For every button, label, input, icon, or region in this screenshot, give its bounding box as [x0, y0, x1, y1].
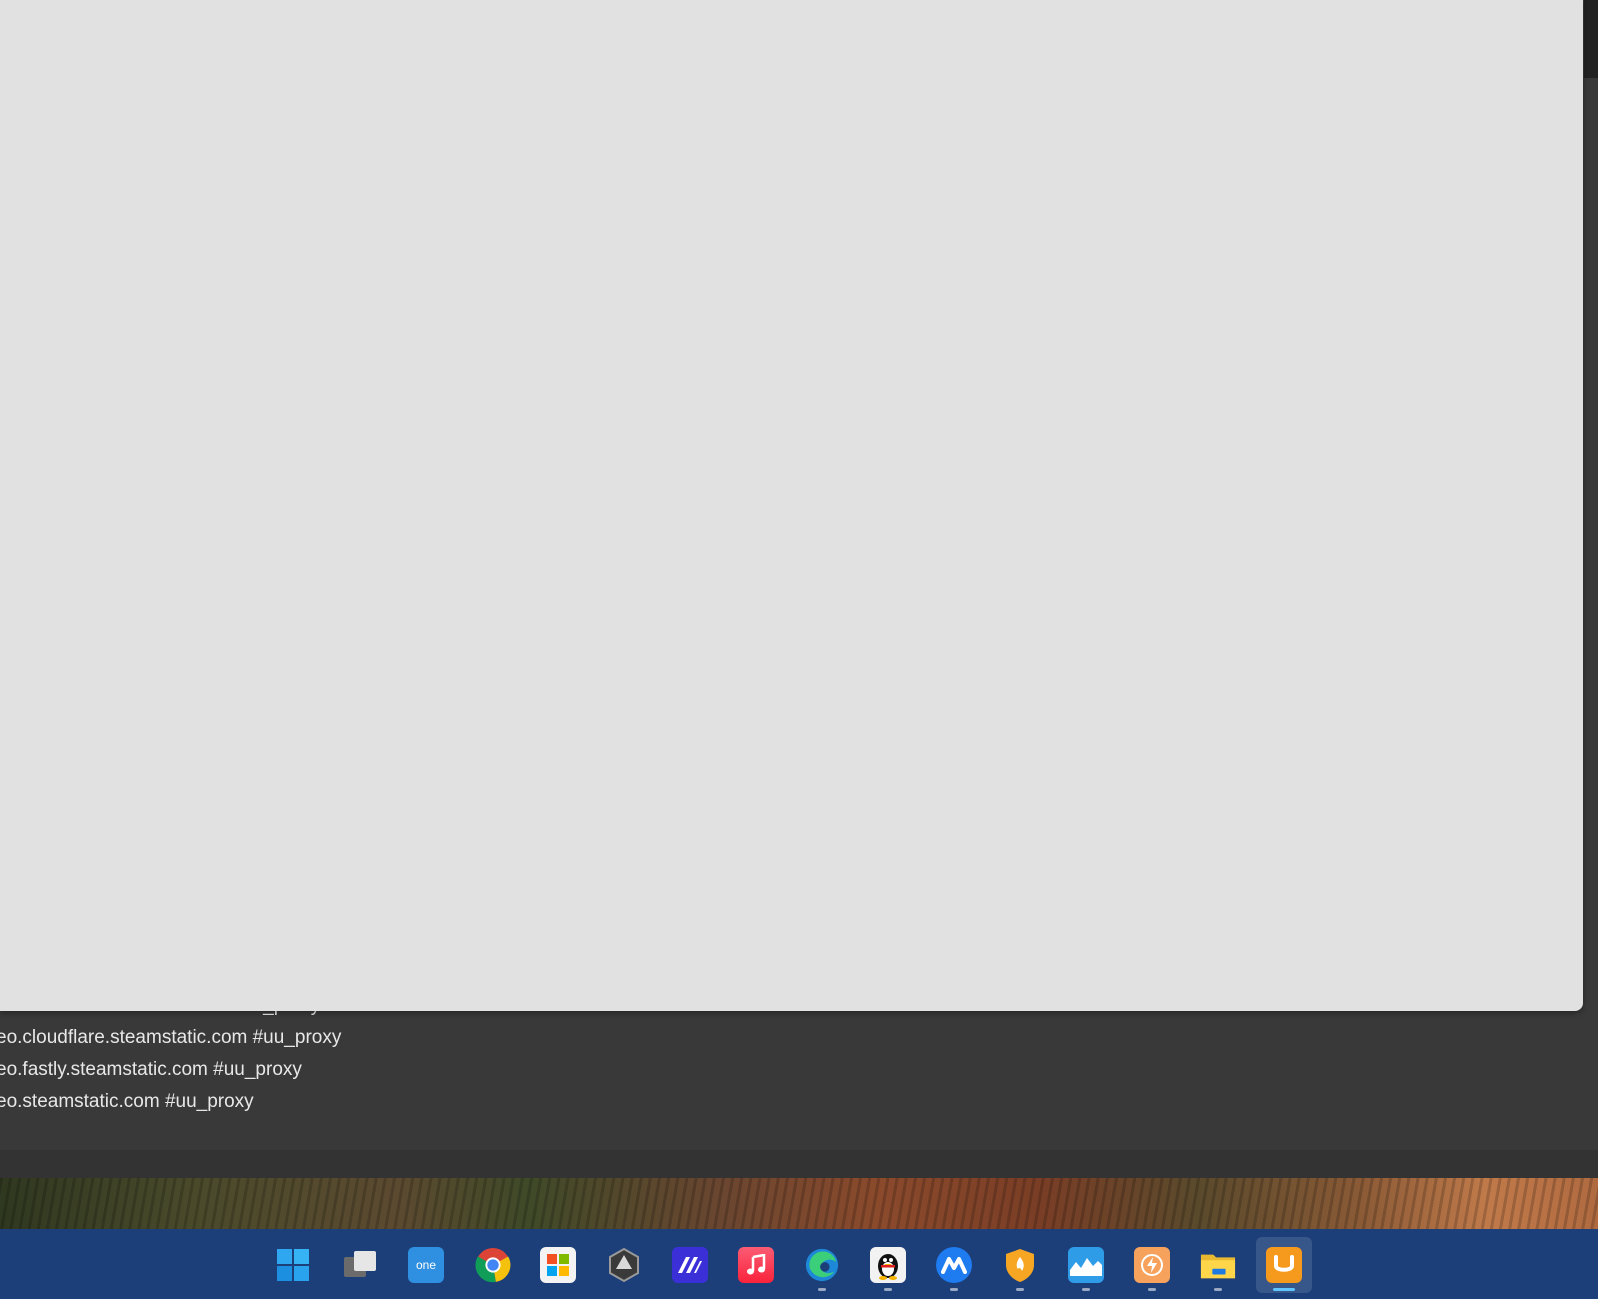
chrome-icon — [475, 1247, 511, 1283]
taskbar-music-button[interactable] — [728, 1237, 784, 1293]
qq-penguin-icon — [870, 1247, 906, 1283]
taskbar-shield-app-button[interactable] — [992, 1237, 1048, 1293]
taskbar-file-explorer-button[interactable] — [1190, 1237, 1246, 1293]
music-icon — [738, 1247, 774, 1283]
app-stripes-icon — [672, 1247, 708, 1283]
desktop-wallpaper — [0, 1178, 1598, 1229]
onenote-label: one — [415, 1258, 437, 1272]
running-indicator — [1214, 1288, 1222, 1291]
active-indicator — [1273, 1288, 1295, 1291]
editor-scrollbar[interactable] — [1584, 0, 1598, 78]
text-line: eo.fastly.steamstatic.com #uu_proxy — [0, 1059, 302, 1080]
taskbar-stripes-app-button[interactable] — [662, 1237, 718, 1293]
edge-icon — [804, 1247, 840, 1283]
taskbar-edge-button[interactable] — [794, 1237, 850, 1293]
windows-start-icon — [275, 1247, 311, 1283]
taskbar-task-view-button[interactable] — [332, 1237, 388, 1293]
running-indicator — [950, 1288, 958, 1291]
taskbar: one — [0, 1229, 1598, 1299]
onenote-icon: one — [408, 1247, 444, 1283]
task-view-icon — [342, 1247, 378, 1283]
app-hexagon-icon — [606, 1247, 642, 1283]
text-line: eo.steamstatic.com #uu_proxy — [0, 1091, 254, 1112]
blank-overlay-window — [0, 0, 1583, 1011]
taskbar-monitor-app-button[interactable] — [1058, 1237, 1114, 1293]
taskbar-start-button[interactable] — [265, 1237, 321, 1293]
taskbar-chrome-button[interactable] — [465, 1237, 521, 1293]
uu-booster-icon — [1266, 1247, 1302, 1283]
taskbar-uu-booster-button[interactable] — [1256, 1237, 1312, 1293]
file-explorer-icon — [1200, 1247, 1236, 1283]
taskbar-qq-button[interactable] — [860, 1237, 916, 1293]
shield-flame-icon — [1002, 1247, 1038, 1283]
text-line: eo.cloudflare.steamstatic.com #uu_proxy — [0, 1027, 342, 1048]
running-indicator — [1148, 1288, 1156, 1291]
monitor-wave-icon — [1068, 1247, 1104, 1283]
running-indicator — [1016, 1288, 1024, 1291]
taskbar-meeting-button[interactable] — [926, 1237, 982, 1293]
running-indicator — [884, 1288, 892, 1291]
taskbar-onenote-button[interactable]: one — [398, 1237, 454, 1293]
microsoft-store-icon — [540, 1247, 576, 1283]
taskbar-store-button[interactable] — [530, 1237, 586, 1293]
meeting-icon — [936, 1247, 972, 1283]
taskbar-hexagon-app-button[interactable] — [596, 1237, 652, 1293]
taskbar-bolt-app-button[interactable] — [1124, 1237, 1180, 1293]
editor-status-bar — [0, 1150, 1598, 1178]
running-indicator — [818, 1288, 826, 1291]
running-indicator — [1082, 1288, 1090, 1291]
bolt-app-icon — [1134, 1247, 1170, 1283]
